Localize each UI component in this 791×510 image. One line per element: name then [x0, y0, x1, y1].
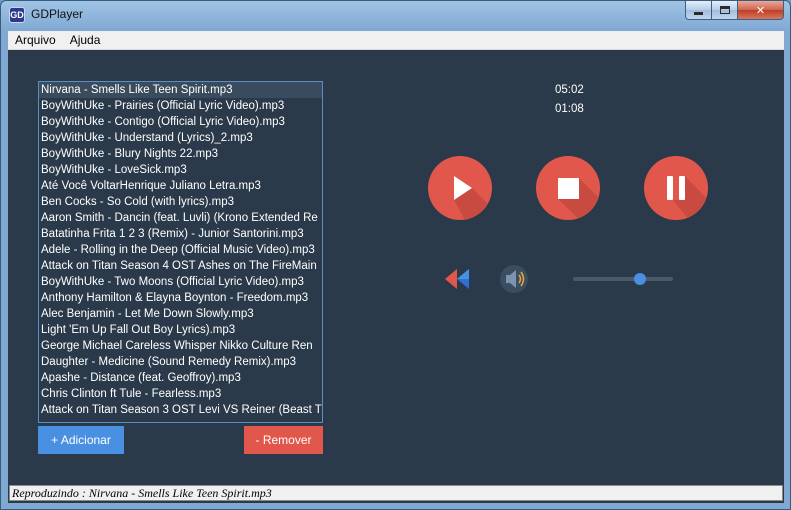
pause-button[interactable] [644, 156, 708, 220]
playlist-item[interactable]: Adele - Rolling in the Deep (Official Mu… [39, 242, 322, 258]
current-time: 01:08 [555, 103, 584, 115]
player-panel: Nirvana - Smells Like Teen Spirit.mp3 Boy… [8, 50, 784, 503]
close-button[interactable]: ✕ [738, 1, 784, 20]
status-bar: Reproduzindo : Nirvana - Smells Like Tee… [9, 485, 783, 501]
stop-button[interactable] [536, 156, 600, 220]
rewind-icon [445, 269, 469, 289]
playlist-item[interactable]: Attack on Titan Season 4 OST Ashes on Th… [39, 258, 322, 274]
close-icon: ✕ [755, 4, 766, 17]
stop-icon [558, 178, 600, 220]
speaker-icon [500, 265, 528, 293]
playlist-item[interactable]: Nirvana - Smells Like Teen Spirit.mp3 [39, 82, 322, 98]
play-icon [454, 176, 492, 220]
playlist-item[interactable]: Ben Cocks - So Cold (with lyrics).mp3 [39, 194, 322, 210]
playlist-item[interactable]: BoyWithUke - Contigo (Official Lyric Vid… [39, 114, 322, 130]
remove-button[interactable]: - Remover [244, 426, 323, 454]
playlist-item[interactable]: BoyWithUke - Understand (Lyrics)_2.mp3 [39, 130, 322, 146]
menu-ajuda[interactable]: Ajuda [63, 33, 108, 47]
maximize-icon [719, 6, 730, 14]
main-window: GD GDPlayer ✕ Arquivo Ajuda Nirvana - Sm… [0, 0, 791, 510]
maximize-button[interactable] [712, 1, 738, 20]
volume-button[interactable] [500, 264, 532, 294]
playlist-item[interactable]: Alec Benjamin - Let Me Down Slowly.mp3 [39, 306, 322, 322]
title-bar[interactable]: GD GDPlayer ✕ [1, 1, 790, 29]
menu-arquivo[interactable]: Arquivo [8, 33, 63, 47]
playlist-item[interactable]: BoyWithUke - Blury Nights 22.mp3 [39, 146, 322, 162]
playlist[interactable]: Nirvana - Smells Like Teen Spirit.mp3 Boy… [38, 81, 323, 423]
playlist-item[interactable]: Chris Clinton ft Tule - Fearless.mp3 [39, 386, 322, 402]
playlist-item[interactable]: BoyWithUke - LoveSick.mp3 [39, 162, 322, 178]
playlist-item[interactable]: Aaron Smith - Dancin (feat. Luvli) (Kron… [39, 210, 322, 226]
rewind-button[interactable] [441, 266, 473, 292]
playlist-item[interactable]: George Michael Careless Whisper Nikko Cu… [39, 338, 322, 354]
volume-slider[interactable] [573, 273, 673, 285]
volume-slider-thumb[interactable] [634, 273, 646, 285]
playlist-item[interactable]: BoyWithUke - Prairies (Official Lyric Vi… [39, 98, 322, 114]
minimize-button[interactable] [685, 1, 712, 20]
app-icon[interactable]: GD [9, 7, 25, 23]
menu-bar: Arquivo Ajuda [8, 31, 784, 50]
playlist-item[interactable]: Apashe - Distance (feat. Geoffroy).mp3 [39, 370, 322, 386]
play-button[interactable] [428, 156, 492, 220]
playlist-item[interactable]: BoyWithUke - Two Moons (Official Lyric V… [39, 274, 322, 290]
pause-icon [667, 176, 708, 220]
window-title: GDPlayer [31, 7, 84, 21]
total-time: 05:02 [555, 84, 584, 96]
add-button[interactable]: + Adicionar [38, 426, 124, 454]
window-controls: ✕ [685, 1, 784, 21]
playlist-item[interactable]: Anthony Hamilton & Elayna Boynton - Free… [39, 290, 322, 306]
playlist-item[interactable]: Attack on Titan Season 3 OST Levi VS Rei… [39, 402, 322, 418]
playlist-item[interactable]: Light 'Em Up Fall Out Boy Lyrics).mp3 [39, 322, 322, 338]
minimize-icon [694, 11, 703, 15]
playlist-item[interactable]: Daughter - Medicine (Sound Remedy Remix)… [39, 354, 322, 370]
playlist-item[interactable]: Até Você VoltarHenrique Juliano Letra.mp… [39, 178, 322, 194]
playlist-item[interactable]: Batatinha Frita 1 2 3 (Remix) - Junior S… [39, 226, 322, 242]
